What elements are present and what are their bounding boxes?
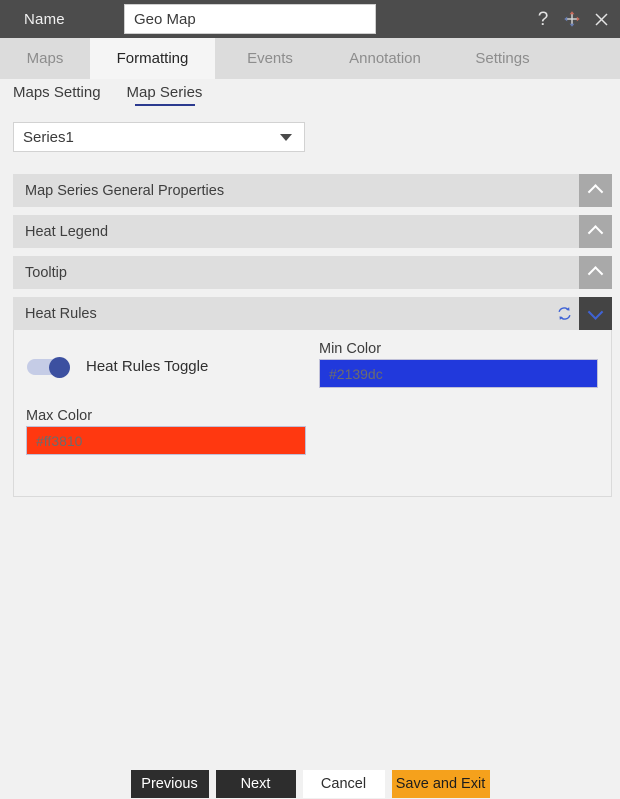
accordion-section-heat-rules: Heat Rules Heat Rules Toggle Min Color #… [13,297,612,497]
footer-actions: Previous Next Cancel Save and Exit [0,770,620,798]
move-arrows-icon[interactable] [561,6,583,32]
tab-events[interactable]: Events [215,38,325,79]
accordion-tools [579,174,612,207]
chevron-up-icon [587,225,604,241]
tab-bar: Maps Formatting Events Annotation Settin… [0,38,620,79]
cancel-button[interactable]: Cancel [302,770,385,798]
series-dropdown[interactable]: Series1 [13,122,305,152]
chevron-up-icon [587,266,604,282]
chevron-down-icon [587,304,604,320]
title-bar-icons: ? [532,0,612,38]
heat-rules-toggle-label: Heat Rules Toggle [86,358,209,375]
accordion-header-tooltip[interactable]: Tooltip [13,256,612,289]
accordion-collapse-button-heat-rules[interactable] [579,297,612,330]
accordion-tools [549,297,612,330]
next-button[interactable]: Next [215,770,296,798]
accordion-section-general-properties: Map Series General Properties [13,174,612,207]
min-color-label: Min Color [319,341,382,357]
accordion-collapse-button-general-properties[interactable] [579,174,612,207]
accordion-collapse-button-heat-legend[interactable] [579,215,612,248]
heat-rules-toggle[interactable] [27,357,74,378]
chevron-up-icon [587,184,604,200]
tab-maps[interactable]: Maps [0,38,90,79]
subnav-map-series[interactable]: Map Series [127,84,202,106]
tab-settings[interactable]: Settings [445,38,560,79]
chevron-down-icon [280,133,292,141]
save-and-exit-button[interactable]: Save and Exit [391,770,490,798]
accordion-section-tooltip: Tooltip [13,256,612,289]
max-color-label: Max Color [26,408,93,424]
toggle-knob [49,357,70,378]
accordion-title: Heat Rules [25,305,97,322]
name-label: Name [24,10,65,28]
accordion-header-heat-rules[interactable]: Heat Rules [13,297,612,330]
accordion-tools [579,256,612,289]
sub-navigation: Maps Setting Map Series [13,84,202,106]
accordion: Map Series General Properties Heat Legen… [13,174,612,505]
accordion-collapse-button-tooltip[interactable] [579,256,612,289]
subnav-maps-setting[interactable]: Maps Setting [13,84,101,106]
accordion-section-heat-legend: Heat Legend [13,215,612,248]
accordion-header-heat-legend[interactable]: Heat Legend [13,215,612,248]
series-dropdown-value: Series1 [23,128,74,146]
heat-rules-toggle-row: Heat Rules Toggle [27,357,209,378]
question-mark-icon[interactable]: ? [532,6,554,32]
accordion-title: Heat Legend [25,223,109,240]
accordion-header-general-properties[interactable]: Map Series General Properties [13,174,612,207]
close-icon[interactable] [590,6,612,32]
heat-rules-panel: Heat Rules Toggle Min Color Max Color [13,330,612,497]
tab-formatting[interactable]: Formatting [90,38,215,79]
previous-button[interactable]: Previous [130,770,209,798]
title-bar: Name ? [0,0,620,38]
name-input[interactable] [124,4,376,34]
accordion-tools [579,215,612,248]
max-color-input[interactable] [26,426,306,455]
accordion-title: Map Series General Properties [25,182,225,199]
tab-annotation[interactable]: Annotation [325,38,445,79]
accordion-title: Tooltip [25,264,67,281]
min-color-input[interactable] [319,359,598,388]
refresh-sync-icon[interactable] [549,297,579,330]
